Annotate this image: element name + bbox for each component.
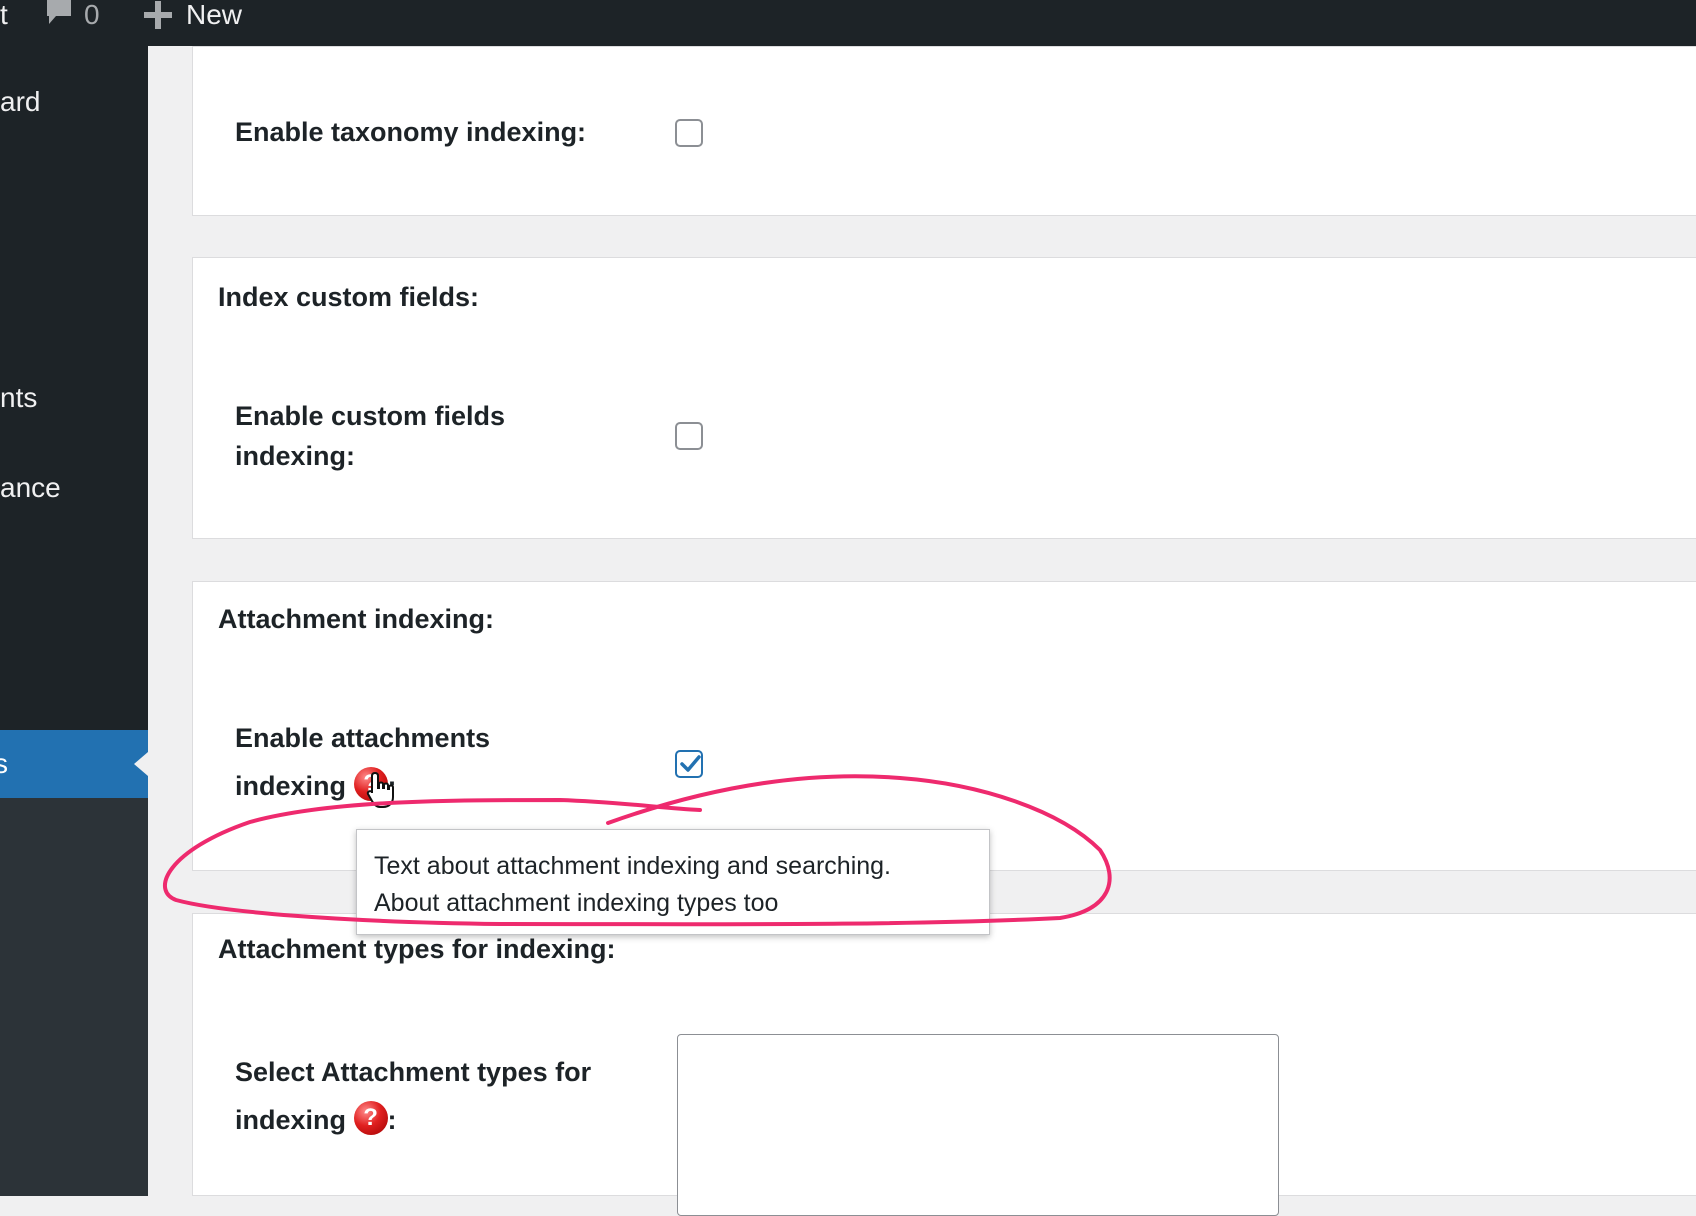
sidebar-item-label: nts xyxy=(0,382,38,413)
label-text: indexing xyxy=(235,771,347,801)
taxonomy-indexing-label: Enable taxonomy indexing: xyxy=(235,117,587,147)
attachment-indexing-label: Enable attachments indexing ?: xyxy=(235,718,490,806)
section-title: Attachment indexing: xyxy=(218,604,495,634)
label-colon: : xyxy=(387,1105,397,1135)
label-line: indexing ?: xyxy=(235,766,490,806)
attachment-types-panel: Attachment types for indexing: Select At… xyxy=(192,913,1696,1216)
sidebar-item-comments[interactable]: nts xyxy=(0,382,37,414)
custom-fields-indexing-label: Enable custom fields indexing: xyxy=(235,396,505,476)
sidebar-item-label: ance xyxy=(0,472,61,503)
attachment-indexing-checkbox[interactable] xyxy=(675,750,703,778)
label-line: Enable custom fields xyxy=(235,401,506,431)
label-line: indexing ?: xyxy=(235,1100,591,1140)
hand-pointer-icon xyxy=(366,771,394,808)
comment-icon xyxy=(44,0,74,33)
section-title: Index custom fields: xyxy=(218,282,480,312)
help-tooltip: Text about attachment indexing and searc… xyxy=(356,829,990,935)
tooltip-line: Text about attachment indexing and searc… xyxy=(374,852,892,880)
checkmark-icon xyxy=(680,755,701,772)
admin-sidebar: ard nts ance s xyxy=(0,46,148,1196)
admin-bar-new[interactable]: New xyxy=(144,0,242,30)
attachment-indexing-panel: Attachment indexing: Enable attachments … xyxy=(192,581,1696,871)
taxonomy-panel: Enable taxonomy indexing: xyxy=(192,46,1696,216)
custom-fields-panel: Index custom fields: Enable custom field… xyxy=(192,257,1696,539)
sidebar-item-dashboard[interactable]: ard xyxy=(0,86,40,118)
attachment-types-label: Select Attachment types for indexing ?: xyxy=(235,1052,591,1140)
label-line: Select Attachment types for xyxy=(235,1057,592,1087)
attachment-types-select[interactable] xyxy=(677,1034,1279,1216)
admin-bar: t 0 New xyxy=(0,0,1696,46)
label-text: indexing xyxy=(235,1105,347,1135)
sidebar-lower-area xyxy=(0,798,148,1196)
plus-icon xyxy=(144,1,172,29)
site-name-fragment: t xyxy=(0,0,8,30)
label-line: Enable attachments xyxy=(235,723,491,753)
sidebar-item-label: ard xyxy=(0,86,41,117)
admin-bar-comments[interactable]: 0 xyxy=(44,0,100,30)
new-label: New xyxy=(186,0,243,30)
custom-fields-indexing-checkbox[interactable] xyxy=(675,422,703,450)
label-line: indexing: xyxy=(235,441,355,471)
comments-count: 0 xyxy=(84,0,100,30)
section-title: Attachment types for indexing: xyxy=(218,934,616,964)
sidebar-item-appearance[interactable]: ance xyxy=(0,472,61,504)
sidebar-item-active[interactable]: s xyxy=(0,730,148,798)
sidebar-item-label: s xyxy=(0,748,8,779)
tooltip-line: About attachment indexing types too xyxy=(374,889,779,917)
admin-bar-site-link[interactable]: t xyxy=(0,0,8,30)
taxonomy-indexing-checkbox[interactable] xyxy=(675,119,703,147)
question-icon[interactable]: ? xyxy=(353,1100,388,1135)
